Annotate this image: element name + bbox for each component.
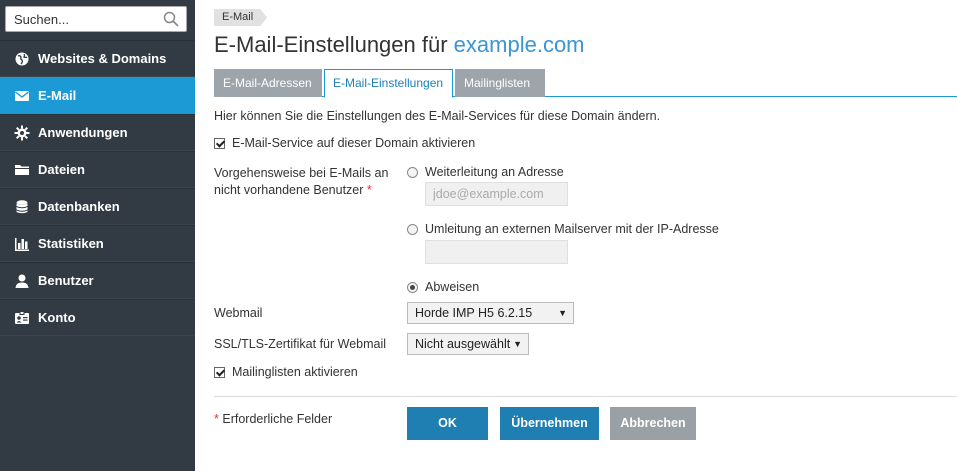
webmail-label: Webmail: [214, 306, 263, 320]
mail-service-row: E-Mail-Service auf dieser Domain aktivie…: [214, 136, 475, 150]
mailing-lists-row: Mailinglisten aktivieren: [214, 365, 358, 379]
database-icon: [16, 199, 28, 213]
dropdown-arrow-icon: ▼: [558, 308, 567, 318]
tab-bar: E-Mail-Adressen E-Mail-Einstellungen Mai…: [214, 69, 957, 98]
page-title-domain-link[interactable]: example.com: [454, 32, 585, 57]
redirect-ip-input[interactable]: [425, 240, 568, 264]
mail-service-checkbox[interactable]: [214, 137, 225, 149]
tab-mailing-lists[interactable]: Mailinglisten: [455, 69, 545, 97]
required-fields-text: Erforderliche Felder: [222, 412, 333, 426]
apply-button[interactable]: Übernehmen: [500, 407, 599, 440]
nonexistent-users-label: Vorgehensweise bei E-Mails an nicht vorh…: [214, 165, 394, 199]
sidebar-item-label: Benutzer: [38, 273, 94, 288]
sidebar-item-users[interactable]: Benutzer: [0, 262, 195, 299]
sidebar-item-label: Dateien: [38, 162, 85, 177]
redirect-label: Umleitung an externen Mailserver mit der…: [425, 222, 719, 236]
sidebar-item-statistics[interactable]: Statistiken: [0, 225, 195, 262]
ssl-certificate-select[interactable]: Nicht ausgewählt ▼: [407, 333, 529, 355]
ssl-label: SSL/TLS-Zertifikat für Webmail: [214, 337, 387, 351]
envelope-icon: [15, 90, 29, 101]
bar-chart-icon: [15, 237, 29, 251]
dropdown-arrow-icon: ▼: [513, 339, 522, 349]
forward-label: Weiterleitung an Adresse: [425, 165, 564, 179]
sidebar-item-applications[interactable]: Anwendungen: [0, 114, 195, 151]
sidebar-item-databases[interactable]: Datenbanken: [0, 188, 195, 225]
folder-icon: [15, 164, 29, 175]
page-title-prefix: E-Mail-Einstellungen für: [214, 32, 448, 57]
user-icon: [15, 274, 29, 288]
reject-label: Abweisen: [425, 280, 480, 294]
tab-email-addresses[interactable]: E-Mail-Adressen: [214, 69, 322, 97]
sidebar-nav: Websites & Domains E-Mail Anwendungen Da…: [0, 40, 195, 336]
search-input[interactable]: [6, 7, 156, 31]
required-fields-note: * Erforderliche Felder: [214, 412, 332, 426]
nonexistent-users-label-line2: nicht vorhandene Benutzer: [214, 183, 364, 197]
main-content: E-Mail E-Mail-Einstellungen für example.…: [214, 0, 957, 471]
breadcrumb[interactable]: E-Mail: [214, 9, 267, 26]
reject-option: Abweisen: [407, 280, 479, 294]
forward-radio[interactable]: [407, 166, 418, 178]
gear-icon: [14, 125, 30, 140]
search-box: [5, 6, 187, 32]
forward-address-input[interactable]: [425, 182, 568, 206]
sidebar-item-files[interactable]: Dateien: [0, 151, 195, 188]
sidebar: Websites & Domains E-Mail Anwendungen: [0, 0, 195, 471]
sidebar-item-label: Anwendungen: [38, 125, 128, 140]
required-asterisk: *: [214, 412, 219, 426]
sidebar-item-label: Websites & Domains: [38, 51, 167, 66]
intro-text: Hier können Sie die Einstellungen des E-…: [214, 109, 661, 123]
webmail-select[interactable]: Horde IMP H5 6.2.15 ▼: [407, 302, 574, 324]
sidebar-item-label: Konto: [38, 310, 76, 325]
search-icon[interactable]: [162, 10, 180, 28]
mailing-lists-label: Mailinglisten aktivieren: [232, 365, 358, 379]
page-title: E-Mail-Einstellungen für example.com: [214, 32, 585, 58]
redirect-option: Umleitung an externen Mailserver mit der…: [407, 222, 719, 236]
globe-icon: [15, 52, 29, 65]
mail-service-label: E-Mail-Service auf dieser Domain aktivie…: [232, 136, 476, 150]
ok-button[interactable]: OK: [407, 407, 488, 440]
nonexistent-users-label-line1: Vorgehensweise bei E-Mails an: [214, 166, 389, 180]
sidebar-item-label: E-Mail: [38, 88, 77, 103]
webmail-selected-value: Horde IMP H5 6.2.15: [415, 306, 533, 320]
required-asterisk: *: [366, 183, 372, 197]
sidebar-item-account[interactable]: Konto: [0, 299, 195, 336]
sidebar-item-websites-domains[interactable]: Websites & Domains: [0, 40, 195, 77]
tab-email-settings[interactable]: E-Mail-Einstellungen: [324, 69, 453, 98]
sidebar-item-label: Datenbanken: [38, 199, 120, 214]
reject-radio[interactable]: [407, 281, 418, 293]
form-divider: [214, 396, 957, 397]
sidebar-item-email[interactable]: E-Mail: [0, 77, 195, 114]
redirect-radio[interactable]: [407, 223, 418, 235]
ssl-selected-value: Nicht ausgewählt: [415, 337, 511, 351]
sidebar-item-label: Statistiken: [38, 236, 104, 251]
forward-option: Weiterleitung an Adresse: [407, 165, 564, 179]
id-card-icon: [15, 310, 29, 324]
cancel-button[interactable]: Abbrechen: [610, 407, 696, 440]
mailing-lists-checkbox[interactable]: [214, 366, 225, 378]
